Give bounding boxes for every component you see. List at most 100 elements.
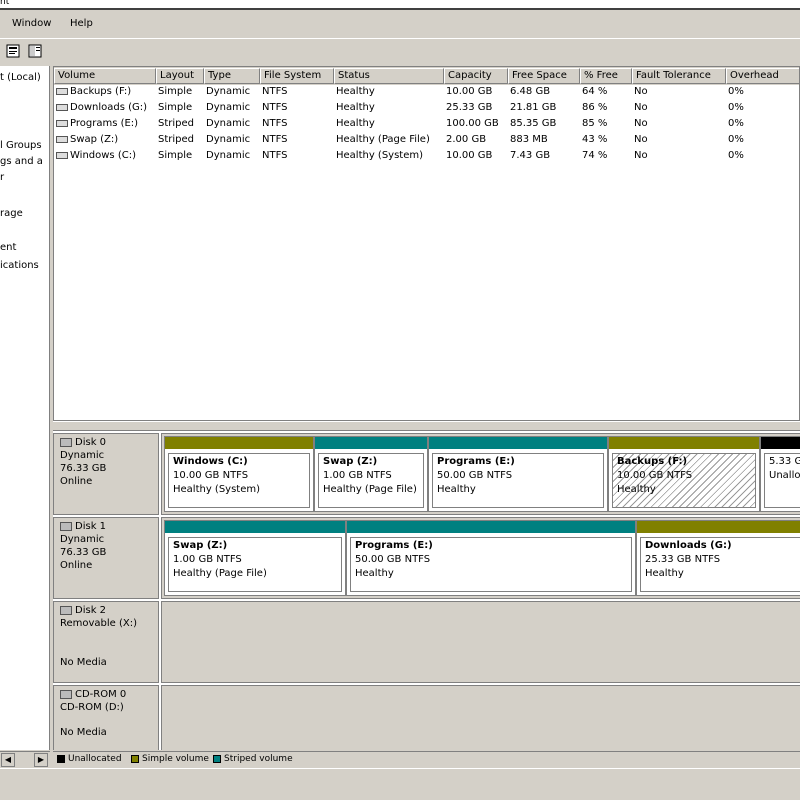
partition-status: Healthy — [355, 568, 394, 579]
cdrom-0-label[interactable]: CD-ROM 0 CD-ROM (D:) No Media — [53, 685, 159, 750]
partition-info: Downloads (G:) 25.33 GB NTFS Healthy — [640, 537, 800, 592]
table-cell: 86 % — [582, 102, 608, 113]
column-capacity[interactable]: Capacity — [444, 68, 508, 84]
partition-name: Programs (E:) — [437, 456, 515, 467]
table-cell: 0% — [728, 134, 744, 145]
partition-programs[interactable]: Programs (E:) 50.00 GB NTFS Healthy — [346, 520, 636, 596]
partition-status: Healthy — [645, 568, 684, 579]
partition-name: Downloads (G:) — [645, 540, 732, 551]
column-status[interactable]: Status — [334, 68, 444, 84]
legend-swatch — [131, 754, 139, 763]
menu-window[interactable]: Window — [8, 17, 56, 33]
tree-item-root[interactable]: t (Local) — [0, 72, 41, 83]
table-cell: 85.35 GB — [510, 118, 557, 129]
volume-icon — [56, 87, 68, 95]
partition-size: 25.33 GB NTFS — [645, 554, 721, 565]
column-overhead[interactable]: Overhead — [726, 68, 799, 84]
cdrom-0-area[interactable] — [161, 685, 800, 750]
legend: Unallocated Simple volume Striped volume — [53, 751, 800, 767]
help-button[interactable] — [26, 42, 44, 60]
tree-item-logs[interactable]: gs and a — [0, 156, 43, 167]
table-row[interactable]: Windows (C:) Simple Dynamic NTFS Healthy (Sy… — [54, 149, 799, 165]
partition-programs[interactable]: Programs (E:) 50.00 GB NTFS Healthy — [428, 436, 608, 512]
partition-windows[interactable]: Windows (C:) 10.00 GB NTFS Healthy (Syst… — [164, 436, 314, 512]
table-cell: 25.33 GB — [446, 102, 493, 113]
cdrom-icon — [60, 689, 72, 699]
table-cell: Downloads (G:) — [56, 102, 147, 113]
volume-name: Windows (C:) — [70, 150, 136, 161]
column-type[interactable]: Type — [204, 68, 260, 84]
properties-button[interactable] — [4, 42, 22, 60]
table-cell: Healthy (Page File) — [336, 134, 430, 145]
partition-size: 10.00 GB NTFS — [617, 470, 693, 481]
cdrom-0-state: No Media — [60, 727, 107, 738]
tree-item-r[interactable]: r — [0, 172, 4, 183]
table-cell: 85 % — [582, 118, 608, 129]
column-fault-tolerance[interactable]: Fault Tolerance — [632, 68, 726, 84]
disk-1-state: Online — [60, 560, 93, 571]
tree-item-storage[interactable]: rage — [0, 208, 23, 219]
table-cell: No — [634, 134, 648, 145]
table-cell: NTFS — [262, 150, 288, 161]
table-cell: 64 % — [582, 86, 608, 97]
table-cell: No — [634, 86, 648, 97]
partition-downloads[interactable]: Downloads (G:) 25.33 GB NTFS Healthy — [636, 520, 800, 596]
table-cell: 0% — [728, 102, 744, 113]
volume-icon — [56, 119, 68, 127]
menu-bar: Window Help — [0, 14, 800, 36]
column-free-space[interactable]: Free Space — [508, 68, 580, 84]
table-cell: No — [634, 150, 648, 161]
column-percent-free[interactable]: % Free — [580, 68, 632, 84]
partition-backups[interactable]: Backups (F:) 10.00 GB NTFS Healthy — [608, 436, 760, 512]
scroll-left-arrow-icon[interactable]: ◀ — [1, 753, 15, 767]
table-cell: Simple — [158, 102, 193, 113]
table-cell: NTFS — [262, 86, 288, 97]
disk-2-type: Removable (X:) — [60, 618, 138, 629]
tree-item-disk-management[interactable]: ent — [0, 242, 17, 253]
table-cell: 0% — [728, 86, 744, 97]
disk-0-size: 76.33 GB — [60, 463, 107, 474]
scroll-right-arrow-icon[interactable]: ▶ — [34, 753, 48, 767]
title-bar: nt — [0, 0, 800, 10]
table-cell: 883 MB — [510, 134, 548, 145]
volume-icon — [56, 135, 68, 143]
disk-1-type: Dynamic — [60, 534, 105, 545]
legend-label: Unallocated — [68, 754, 122, 764]
partition-swap[interactable]: Swap (Z:) 1.00 GB NTFS Healthy (Page Fil… — [314, 436, 428, 512]
column-file-system[interactable]: File System — [260, 68, 334, 84]
column-volume[interactable]: Volume — [54, 68, 156, 84]
partition-swap[interactable]: Swap (Z:) 1.00 GB NTFS Healthy (Page Fil… — [164, 520, 346, 596]
partition-size: 10.00 GB NTFS — [173, 470, 249, 481]
legend-label: Striped volume — [224, 754, 293, 764]
window-title: nt — [0, 0, 10, 7]
table-cell: Dynamic — [206, 102, 251, 113]
legend-label: Simple volume — [142, 754, 209, 764]
menu-help[interactable]: Help — [66, 17, 97, 33]
partition-info: Programs (E:) 50.00 GB NTFS Healthy — [350, 537, 632, 592]
partition-name: Swap (Z:) — [323, 456, 378, 467]
table-cell: Healthy — [336, 86, 375, 97]
horizontal-splitter[interactable] — [53, 421, 800, 431]
disk-2-state: No Media — [60, 657, 107, 668]
partition-unallocated[interactable]: 5.33 G Unalloc — [760, 436, 800, 512]
partition-bar — [761, 437, 800, 449]
partition-info: 5.33 G Unalloc — [764, 453, 800, 508]
table-row[interactable]: Backups (F:) Simple Dynamic NTFS Healthy 10.0… — [54, 85, 799, 101]
toolbar — [0, 38, 800, 64]
disk-0-label[interactable]: Disk 0 Dynamic 76.33 GB Online — [53, 433, 159, 515]
table-row[interactable]: Swap (Z:) Striped Dynamic NTFS Healthy (Page… — [54, 133, 799, 149]
tree-scrollbar[interactable]: ◀ ▶ — [0, 751, 50, 767]
table-cell: No — [634, 102, 648, 113]
disk-2-label[interactable]: Disk 2 Removable (X:) No Media — [53, 601, 159, 683]
table-cell: 6.48 GB — [510, 86, 551, 97]
disk-1-label[interactable]: Disk 1 Dynamic 76.33 GB Online — [53, 517, 159, 599]
column-layout[interactable]: Layout — [156, 68, 204, 84]
table-row[interactable]: Downloads (G:) Simple Dynamic NTFS Healthy 25… — [54, 101, 799, 117]
table-row[interactable]: Programs (E:) Striped Dynamic NTFS Healthy 10… — [54, 117, 799, 133]
table-cell: 10.00 GB — [446, 150, 493, 161]
table-cell: Swap (Z:) — [56, 134, 118, 145]
tree-item-applications[interactable]: ications — [0, 260, 39, 271]
disk-2-area[interactable] — [161, 601, 800, 683]
tree-item-groups[interactable]: l Groups — [0, 140, 42, 151]
